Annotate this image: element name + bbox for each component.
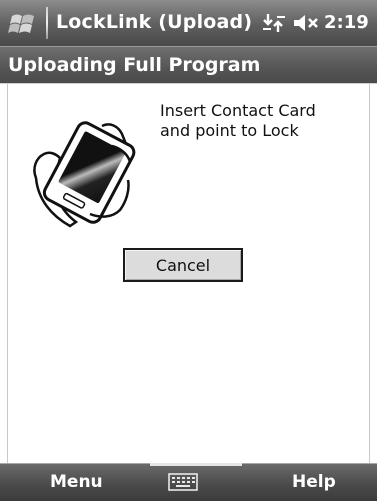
speaker-muted-icon[interactable] [292, 12, 320, 34]
clock[interactable]: 2:19 [324, 12, 369, 33]
keyboard-icon[interactable] [168, 473, 198, 491]
cancel-button[interactable]: Cancel [123, 248, 243, 282]
input-panel-tab-highlight [150, 463, 242, 466]
title-bar: LockLink (Upload) 2:19 [0, 0, 377, 46]
hand-holding-card-icon [33, 121, 136, 228]
help-softkey[interactable]: Help [292, 472, 336, 492]
connectivity-icon[interactable] [262, 12, 286, 34]
content-right-border [369, 84, 370, 463]
page-title: Uploading Full Program [8, 54, 261, 76]
instructions-text: Insert Contact Card and point to Lock [160, 101, 316, 141]
header-bar: Uploading Full Program [0, 46, 377, 84]
windows-flag-icon[interactable] [8, 8, 38, 38]
title-separator [46, 7, 48, 39]
instructions-line-2: and point to Lock [160, 121, 299, 140]
instructions-line-1: Insert Contact Card [160, 101, 316, 120]
window-title: LockLink (Upload) [56, 11, 253, 33]
menu-softkey[interactable]: Menu [50, 472, 103, 492]
content-left-border [7, 84, 8, 463]
